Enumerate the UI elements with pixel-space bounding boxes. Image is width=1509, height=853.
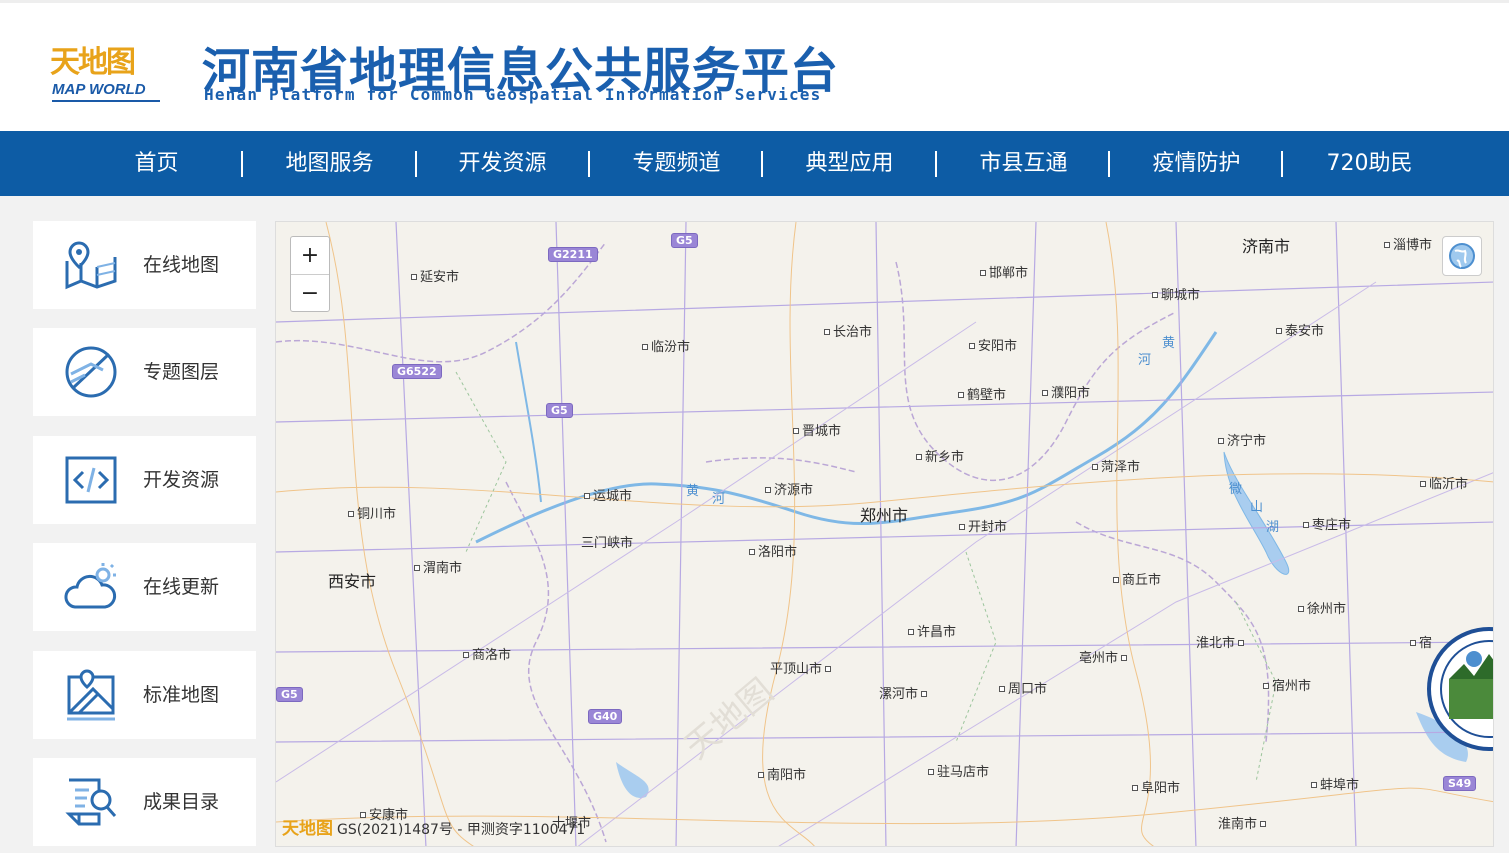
city-label[interactable]: 平顶山市 [770, 663, 834, 677]
zoom-control: + − [290, 236, 330, 312]
city-label[interactable]: 泰安市 [1276, 325, 1324, 339]
logo-underline [52, 100, 160, 102]
nav-item-typical-apps[interactable]: 典型应用 [763, 131, 936, 196]
city-label[interactable]: 亳州市 [1079, 652, 1130, 666]
city-label[interactable]: 运城市 [584, 490, 632, 504]
river-label: 黄 [686, 484, 700, 499]
site-subtitle: Henan Platform for Common Geospatial Inf… [204, 85, 822, 104]
city-label[interactable]: 周口市 [999, 683, 1047, 697]
sidebar-item-label: 成果目录 [143, 791, 220, 813]
zoom-in-button[interactable]: + [291, 237, 329, 274]
city-label-capital[interactable]: 西安市 [328, 574, 376, 590]
nav-item-topic-channel[interactable]: 专题频道 [590, 131, 763, 196]
map-viewer[interactable]: 天地图 + − G2211 G5 G6522 G5 G5 G40 S49 黄 河… [275, 221, 1494, 847]
city-label[interactable]: 枣庄市 [1303, 519, 1351, 533]
copyright-logo: 天地图 [282, 819, 333, 839]
city-label[interactable]: 蚌埠市 [1311, 779, 1359, 793]
layers-slash-icon [65, 346, 117, 398]
city-label[interactable]: 淮南市 [1218, 818, 1269, 832]
nav-item-dev-resources[interactable]: 开发资源 [416, 131, 589, 196]
sidebar-item-label: 在线地图 [143, 254, 220, 276]
sidebar-item-dev-resources[interactable]: 开发资源 [33, 436, 256, 524]
sidebar-item-standard-map[interactable]: 标准地图 [33, 651, 256, 739]
city-label[interactable]: 驻马店市 [928, 766, 989, 780]
road-shield: S49 [1443, 776, 1477, 791]
code-icon [65, 456, 117, 504]
road-shield: G40 [588, 709, 623, 724]
nav-item-720[interactable]: 720助民 [1283, 131, 1456, 196]
city-label[interactable]: 聊城市 [1152, 289, 1200, 303]
city-label[interactable]: 淮北市 [1196, 637, 1247, 651]
road-shield: G5 [546, 403, 573, 418]
sidebar-item-topic-layers[interactable]: 专题图层 [33, 328, 256, 416]
cloud-sun-icon [64, 563, 117, 609]
city-label[interactable]: 济南市 [1242, 239, 1290, 255]
sidebar-item-online-update[interactable]: 在线更新 [33, 543, 256, 631]
city-label[interactable]: 商洛市 [463, 649, 511, 663]
city-label[interactable]: 开封市 [959, 521, 1007, 535]
road-shield: G5 [276, 687, 303, 702]
city-label[interactable]: 晋城市 [793, 425, 841, 439]
road-shield: G2211 [548, 247, 598, 262]
sidebar-item-label: 在线更新 [143, 576, 220, 598]
city-label[interactable]: 商丘市 [1113, 574, 1161, 588]
main-nav: 首页 地图服务 开发资源 专题频道 典型应用 市县互通 疫情防护 720助民 [0, 131, 1509, 196]
sidebar-item-label: 开发资源 [143, 469, 220, 491]
nav-item-epidemic[interactable]: 疫情防护 [1110, 131, 1283, 196]
city-label[interactable]: 渭南市 [414, 562, 462, 576]
copyright-text: GS(2021)1487号 - 甲测资字1100471 [337, 822, 586, 838]
city-label[interactable]: 南阳市 [758, 769, 806, 783]
city-label[interactable]: 济源市 [765, 484, 813, 498]
river-label: 河 [1138, 353, 1152, 368]
city-label[interactable]: 漯河市 [879, 688, 930, 702]
city-label[interactable]: 临沂市 [1420, 478, 1468, 492]
lake-label: 湖 [1266, 520, 1280, 535]
nav-item-city-county[interactable]: 市县互通 [937, 131, 1110, 196]
city-label[interactable]: 鹤壁市 [958, 389, 1006, 403]
map-type-switch-button[interactable] [1442, 236, 1482, 276]
city-label[interactable]: 菏泽市 [1092, 461, 1140, 475]
city-label[interactable]: 阜阳市 [1132, 782, 1180, 796]
city-label[interactable]: 铜川市 [348, 508, 396, 522]
road-shield: G6522 [392, 364, 442, 379]
sidebar-item-results-catalog[interactable]: 成果目录 [33, 758, 256, 846]
nav-item-home[interactable]: 首页 [70, 131, 243, 196]
city-label[interactable]: 新乡市 [916, 451, 964, 465]
sidebar-item-label: 专题图层 [143, 361, 220, 383]
globe-icon [1449, 243, 1475, 269]
city-label[interactable]: 徐州市 [1298, 603, 1346, 617]
nav-item-map-services[interactable]: 地图服务 [243, 131, 416, 196]
logo-en-text: MAP WORLD [52, 81, 146, 98]
map-copyright: 天地图 GS(2021)1487号 - 甲测资字1100471 [282, 814, 585, 839]
sidebar-item-online-map[interactable]: 在线地图 [33, 221, 256, 309]
city-label[interactable]: 濮阳市 [1042, 387, 1090, 401]
map-pin-icon [65, 241, 117, 290]
city-label[interactable]: 淄博市 [1384, 239, 1432, 253]
lake-label: 微 [1229, 482, 1243, 497]
sidebar-item-label: 标准地图 [143, 684, 220, 706]
city-label[interactable]: 临汾市 [642, 341, 690, 355]
city-label[interactable]: 三门峡市 [581, 537, 633, 551]
city-label[interactable]: 许昌市 [908, 626, 956, 640]
city-label[interactable]: 长治市 [824, 326, 872, 340]
logo-cn-text: 天地图 [50, 45, 136, 80]
survey-day-badge[interactable] [1404, 614, 1494, 764]
city-label[interactable]: 宿州市 [1263, 680, 1311, 694]
lake-label: 山 [1250, 500, 1264, 515]
document-search-icon [65, 778, 117, 826]
city-label[interactable]: 延安市 [411, 271, 459, 285]
tianditu-logo[interactable]: 天地图 MAP WORLD [50, 37, 162, 103]
map-base-layer [276, 222, 1493, 846]
map-frame-icon [67, 669, 115, 721]
zoom-out-button[interactable]: − [291, 275, 329, 312]
city-label[interactable]: 安阳市 [969, 340, 1017, 354]
river-label: 黄 [1162, 336, 1176, 351]
site-header: 天地图 MAP WORLD 河南省地理信息公共服务平台 Henan Platfo… [0, 0, 1509, 131]
road-shield: G5 [671, 233, 698, 248]
city-label[interactable]: 济宁市 [1218, 435, 1266, 449]
city-label-capital[interactable]: 郑州市 [860, 508, 908, 524]
river-label: 河 [712, 492, 726, 507]
city-label[interactable]: 洛阳市 [749, 546, 797, 560]
city-label[interactable]: 邯郸市 [980, 267, 1028, 281]
